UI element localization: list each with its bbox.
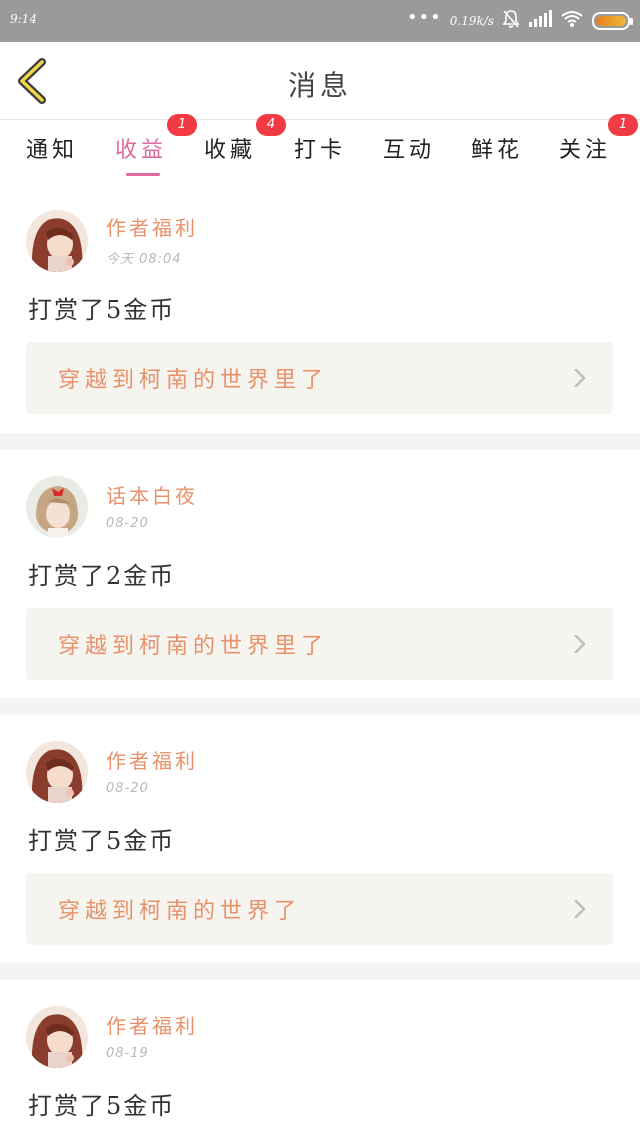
tab-flowers[interactable]: 鲜花 bbox=[471, 132, 523, 164]
status-bar: 9:14 ••• 0.19k/s bbox=[0, 0, 640, 42]
message-time: 08-19 bbox=[106, 1046, 149, 1061]
tab-notices[interactable]: 通知 bbox=[26, 132, 78, 164]
tab-follows-badge: 1 bbox=[608, 114, 638, 136]
mute-icon bbox=[502, 9, 520, 33]
tab-checkin[interactable]: 打卡 bbox=[294, 132, 346, 164]
author-name[interactable]: 作者福利 bbox=[106, 212, 198, 241]
signal-icon bbox=[528, 10, 552, 32]
book-link[interactable]: 穿越到柯南的世界里了 bbox=[26, 608, 613, 680]
author-name[interactable]: 话本白夜 bbox=[106, 480, 198, 509]
screen: 9:14 ••• 0.19k/s 消息 通知 收益 1 收藏 4 打卡 互动 鲜… bbox=[0, 0, 640, 1138]
author-name[interactable]: 作者福利 bbox=[106, 1010, 198, 1039]
chevron-right-icon bbox=[574, 899, 586, 919]
message-time: 08-20 bbox=[106, 516, 149, 531]
tab-earnings-badge: 1 bbox=[167, 114, 197, 136]
book-link[interactable]: 穿越到柯南的世界里了 bbox=[26, 342, 613, 414]
message-card: 作者福利 今天 08:04 打赏了5金币 穿越到柯南的世界里了 bbox=[0, 178, 640, 433]
net-speed: 0.19k/s bbox=[449, 14, 494, 28]
tab-favorites[interactable]: 收藏 bbox=[204, 132, 256, 164]
page-title: 消息 bbox=[287, 69, 352, 102]
message-text: 打赏了2金币 bbox=[28, 562, 176, 590]
avatar[interactable] bbox=[26, 476, 88, 538]
active-tab-indicator bbox=[126, 173, 160, 176]
avatar[interactable] bbox=[26, 210, 88, 272]
message-time: 今天 08:04 bbox=[106, 252, 182, 267]
status-right: ••• 0.19k/s bbox=[406, 7, 633, 34]
tab-follows[interactable]: 关注 bbox=[559, 132, 611, 164]
message-text: 打赏了5金币 bbox=[28, 827, 176, 855]
message-card: 作者福利 08-19 打赏了5金币 bbox=[0, 980, 640, 1138]
avatar[interactable] bbox=[26, 1006, 88, 1068]
tab-favorites-badge: 4 bbox=[256, 114, 286, 136]
message-time: 08-20 bbox=[106, 781, 149, 796]
message-card: 作者福利 08-20 打赏了5金币 穿越到柯南的世界了 bbox=[0, 715, 640, 963]
chevron-right-icon bbox=[574, 368, 586, 388]
tab-bar: 通知 收益 1 收藏 4 打卡 互动 鲜花 关注 1 bbox=[0, 114, 640, 178]
more-dots-icon: ••• bbox=[406, 7, 442, 28]
message-card: 话本白夜 08-20 打赏了2金币 穿越到柯南的世界里了 bbox=[0, 450, 640, 698]
header: 消息 bbox=[0, 42, 640, 120]
message-text: 打赏了5金币 bbox=[28, 296, 176, 324]
tab-earnings[interactable]: 收益 bbox=[115, 132, 167, 164]
book-title: 穿越到柯南的世界里了 bbox=[58, 368, 329, 393]
status-time: 9:14 bbox=[10, 12, 37, 26]
chevron-right-icon bbox=[574, 634, 586, 654]
tab-interactions[interactable]: 互动 bbox=[383, 132, 435, 164]
book-title: 穿越到柯南的世界了 bbox=[58, 899, 302, 924]
avatar[interactable] bbox=[26, 741, 88, 803]
message-text: 打赏了5金币 bbox=[28, 1092, 176, 1120]
book-link[interactable]: 穿越到柯南的世界了 bbox=[26, 873, 613, 945]
book-title: 穿越到柯南的世界里了 bbox=[58, 634, 329, 659]
wifi-icon bbox=[560, 9, 584, 33]
battery-icon bbox=[592, 12, 633, 30]
author-name[interactable]: 作者福利 bbox=[106, 745, 198, 774]
